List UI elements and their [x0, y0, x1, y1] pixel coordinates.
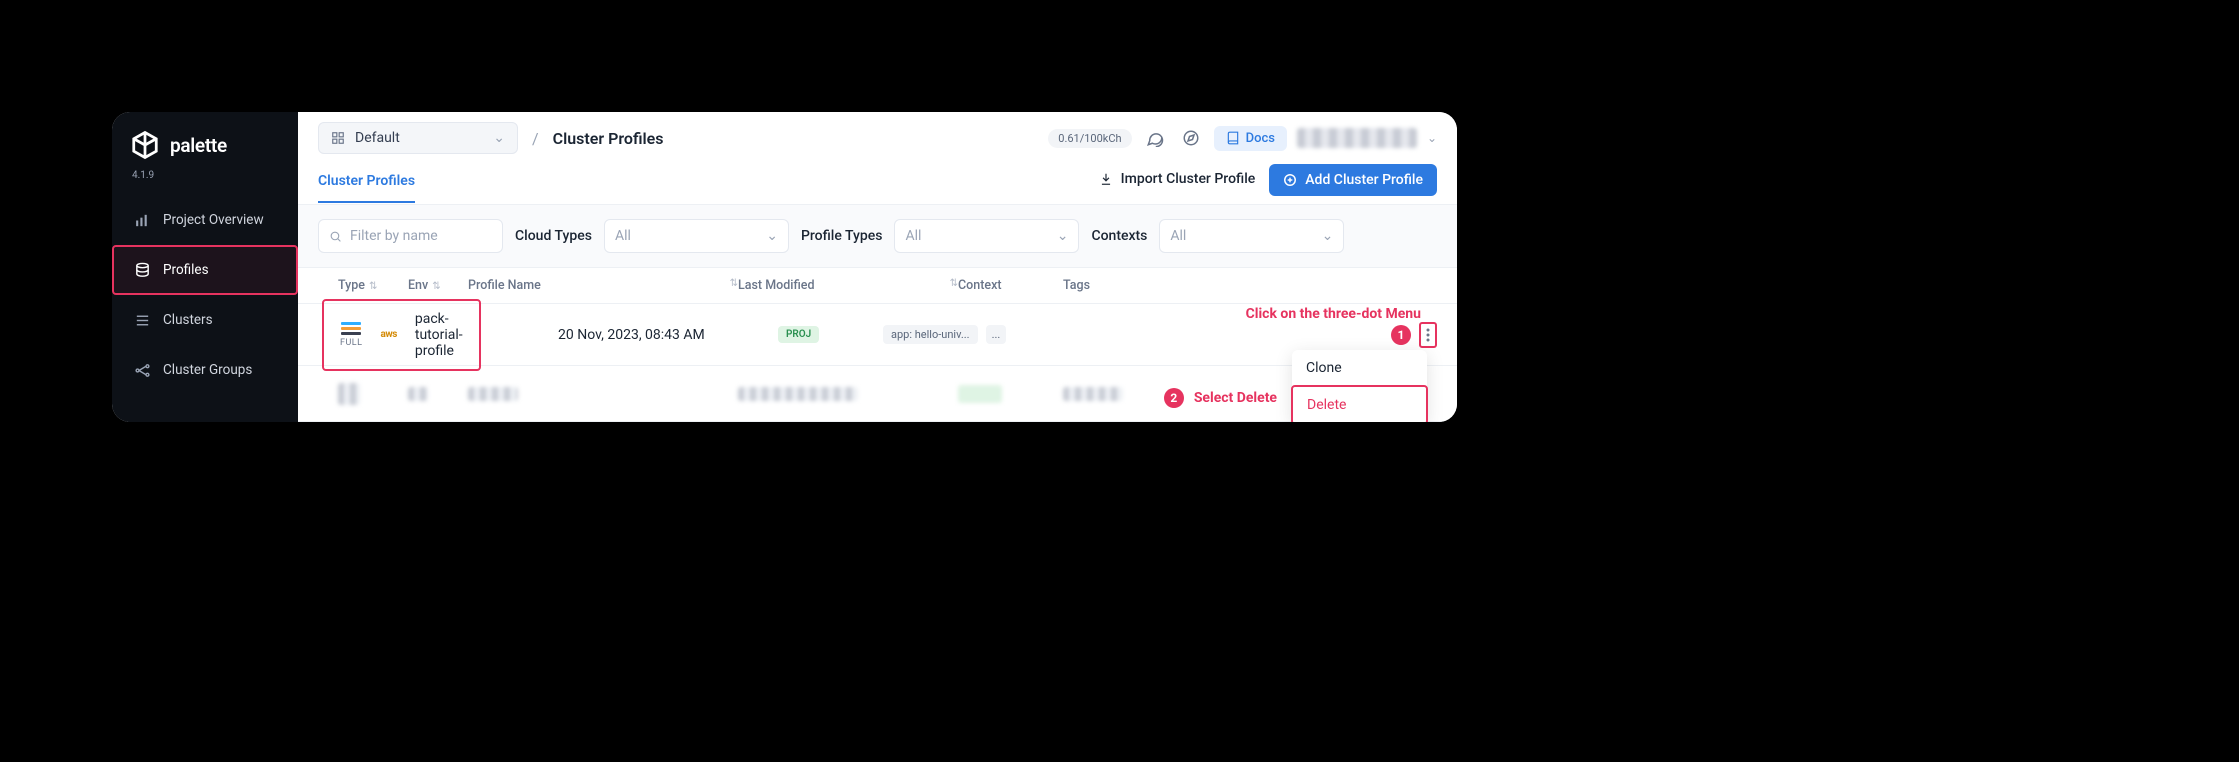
import-label: Import Cluster Profile — [1121, 171, 1256, 187]
list-icon — [134, 312, 151, 329]
breadcrumb-separator: / — [532, 129, 539, 148]
version-label: 4.1.9 — [112, 166, 298, 195]
annotation-step2-badge: 2 — [1164, 388, 1184, 408]
type-label: FULL — [340, 338, 363, 348]
app-window: palette 4.1.9 Project Overview Profiles … — [112, 112, 1457, 422]
sort-icon: ⇅ — [369, 281, 377, 292]
database-icon — [134, 262, 151, 279]
sidebar-item-label: Project Overview — [163, 212, 264, 228]
add-label: Add Cluster Profile — [1305, 172, 1423, 188]
chart-bar-icon — [134, 212, 151, 229]
table-row[interactable]: Click on the three-dot Menu FULL aws pac… — [298, 304, 1457, 366]
sidebar-item-profiles[interactable]: Profiles — [112, 245, 298, 295]
chevron-down-icon: ⌄ — [1427, 131, 1437, 145]
col-context: Context — [958, 278, 1063, 293]
table-row[interactable]: 2 Select Delete Clone Delete — [298, 366, 1457, 422]
sort-icon: ⇅ — [432, 281, 440, 292]
download-icon — [1099, 172, 1113, 186]
scope-selector[interactable]: Default ⌄ — [318, 122, 518, 154]
grid-icon — [331, 131, 345, 145]
sidebar-item-label: Clusters — [163, 312, 213, 328]
sidebar: palette 4.1.9 Project Overview Profiles … — [112, 112, 298, 422]
scope-value: Default — [355, 130, 400, 146]
col-name[interactable]: Profile Name⇅ — [468, 278, 738, 293]
annotation-step2: 2 Select Delete — [1164, 388, 1277, 408]
search-input[interactable]: Filter by name — [318, 219, 503, 253]
main-content: Default ⌄ / Cluster Profiles 0.61/100kCh… — [298, 112, 1457, 422]
chevron-down-icon: ⌄ — [1322, 228, 1334, 244]
menu-item-delete[interactable]: Delete — [1291, 385, 1428, 422]
col-modified[interactable]: Last Modified⇅ — [738, 278, 958, 293]
breadcrumb-current: Cluster Profiles — [553, 129, 664, 148]
plus-circle-icon — [1283, 173, 1297, 187]
nav: Project Overview Profiles Clusters Clust… — [112, 195, 298, 395]
nodes-icon — [134, 362, 151, 379]
menu-item-clone[interactable]: Clone — [1292, 350, 1427, 386]
context-badge: PROJ — [778, 326, 819, 343]
book-icon — [1226, 131, 1240, 145]
filters-bar: Filter by name Cloud Types All ⌄ Profile… — [298, 205, 1457, 268]
context-menu: Clone Delete — [1292, 350, 1427, 422]
profile-types-select[interactable]: All ⌄ — [894, 219, 1079, 253]
cloud-types-label: Cloud Types — [515, 228, 592, 244]
three-dot-menu-button[interactable] — [1419, 322, 1437, 348]
contexts-label: Contexts — [1091, 228, 1147, 244]
search-icon — [329, 230, 342, 243]
usage-pill: 0.61/100kCh — [1048, 129, 1131, 148]
cloud-types-select[interactable]: All ⌄ — [604, 219, 789, 253]
contexts-value: All — [1170, 228, 1186, 244]
sidebar-item-clusters[interactable]: Clusters — [112, 295, 298, 345]
type-badge: FULL — [340, 322, 363, 348]
sort-icon: ⇅ — [950, 278, 958, 289]
sidebar-item-label: Profiles — [163, 262, 209, 278]
profile-name: pack-tutorial-profile — [415, 311, 463, 359]
annotation-step2-text: Select Delete — [1194, 390, 1277, 406]
col-tags: Tags — [1063, 278, 1437, 293]
import-cluster-profile-button[interactable]: Import Cluster Profile — [1099, 171, 1256, 197]
stack-icon — [341, 322, 361, 336]
chevron-down-icon: ⌄ — [1057, 228, 1069, 244]
chevron-down-icon: ⌄ — [493, 130, 505, 146]
profile-types-label: Profile Types — [801, 228, 883, 244]
add-cluster-profile-button[interactable]: Add Cluster Profile — [1269, 164, 1437, 196]
docs-label: Docs — [1246, 131, 1275, 146]
topbar: Default ⌄ / Cluster Profiles 0.61/100kCh… — [298, 112, 1457, 154]
col-env[interactable]: Env⇅ — [408, 278, 468, 293]
sort-icon: ⇅ — [730, 278, 738, 289]
sidebar-item-label: Cluster Groups — [163, 362, 252, 378]
col-type[interactable]: Type⇅ — [338, 278, 408, 293]
annotation-step1-text: Click on the three-dot Menu — [1246, 306, 1421, 322]
user-menu[interactable] — [1297, 128, 1417, 148]
brand-name: palette — [170, 134, 227, 157]
brand-logo-icon — [130, 130, 160, 160]
contexts-select[interactable]: All ⌄ — [1159, 219, 1344, 253]
tag-more[interactable]: ... — [986, 325, 1007, 344]
chevron-down-icon: ⌄ — [766, 228, 778, 244]
tag-chip: app: hello-univ... — [883, 325, 978, 344]
tabs-actions: Import Cluster Profile Add Cluster Profi… — [1099, 164, 1437, 204]
sidebar-item-project-overview[interactable]: Project Overview — [112, 195, 298, 245]
annotation-step1-badge: 1 — [1391, 325, 1411, 345]
search-placeholder: Filter by name — [350, 228, 438, 244]
sidebar-item-cluster-groups[interactable]: Cluster Groups — [112, 345, 298, 395]
cloud-types-value: All — [615, 228, 631, 244]
dots-vertical-icon — [1426, 328, 1430, 342]
last-modified-value: 20 Nov, 2023, 08:43 AM — [558, 327, 778, 343]
topbar-right: 0.61/100kCh Docs ⌄ — [1048, 125, 1437, 151]
tab-cluster-profiles[interactable]: Cluster Profiles — [318, 165, 415, 203]
compass-icon[interactable] — [1178, 125, 1204, 151]
aws-logo-icon: aws — [381, 329, 397, 340]
chat-icon[interactable] — [1142, 125, 1168, 151]
tabs-row: Cluster Profiles Import Cluster Profile … — [298, 154, 1457, 205]
profile-types-value: All — [905, 228, 921, 244]
highlighted-profile-box: FULL aws pack-tutorial-profile — [322, 299, 481, 371]
docs-button[interactable]: Docs — [1214, 126, 1287, 151]
brand: palette — [112, 126, 298, 166]
